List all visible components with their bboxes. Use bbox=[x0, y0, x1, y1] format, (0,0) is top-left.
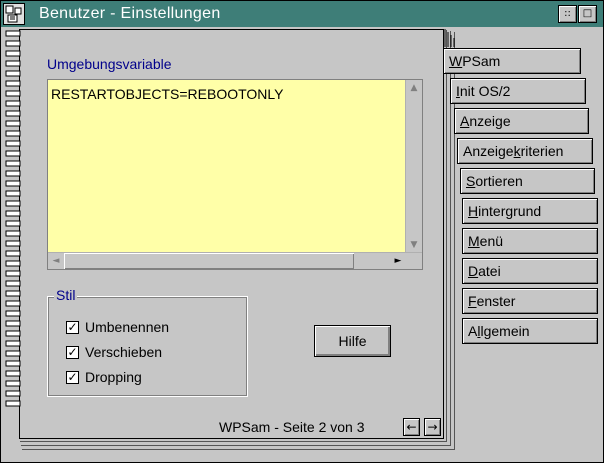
scroll-left-icon[interactable]: ◄ bbox=[48, 253, 64, 269]
scroll-right-icon[interactable]: ► bbox=[390, 253, 406, 269]
tab-anzeigekriterien[interactable]: Anzeigekriterien bbox=[457, 138, 593, 164]
tab-stack-edges bbox=[444, 29, 455, 47]
scroll-up-icon[interactable]: ▲ bbox=[406, 80, 422, 96]
tab-allgemein[interactable]: Allgemein bbox=[462, 318, 598, 344]
check-icon[interactable]: ✓ bbox=[66, 320, 79, 334]
check-icon[interactable]: ✓ bbox=[66, 345, 79, 359]
horizontal-scroll-thumb[interactable] bbox=[64, 253, 354, 269]
stil-groupbox: Stil ✓ Umbenennen ✓ Verschieben ✓ Droppi… bbox=[47, 287, 248, 397]
tab-menu[interactable]: Menü bbox=[462, 228, 598, 254]
tab-wpsam[interactable]: WPSam bbox=[444, 48, 581, 74]
check-icon[interactable]: ✓ bbox=[66, 370, 79, 384]
tab-datei[interactable]: Datei bbox=[462, 258, 598, 284]
tab-hintergrund[interactable]: Hintergrund bbox=[462, 198, 598, 224]
horizontal-scrollbar[interactable]: ◄ ► bbox=[48, 252, 422, 269]
checkbox-verschieben[interactable]: ✓ Verschieben bbox=[66, 344, 162, 360]
tab-fenster[interactable]: Fenster bbox=[462, 288, 598, 314]
arrow-left-icon[interactable]: ← bbox=[403, 418, 420, 436]
checkbox-label: Umbenennen bbox=[85, 319, 170, 335]
stil-label: Stil bbox=[54, 287, 78, 303]
tab-sortieren[interactable]: Sortieren bbox=[460, 168, 595, 194]
settings-window: Benutzer - Einstellungen :: □ Umgebungsv… bbox=[0, 0, 604, 463]
vertical-scrollbar[interactable]: ▲ ▼ bbox=[405, 80, 422, 253]
env-variable-label: Umgebungsvariable bbox=[47, 56, 172, 72]
checkbox-dropping[interactable]: ✓ Dropping bbox=[66, 369, 142, 385]
title-bar[interactable]: Benutzer - Einstellungen :: □ bbox=[1, 1, 603, 27]
scroll-down-icon[interactable]: ▼ bbox=[406, 237, 422, 253]
checkbox-label: Verschieben bbox=[85, 344, 163, 360]
tab-anzeige[interactable]: Anzeige bbox=[454, 108, 589, 134]
restore-icon[interactable]: :: bbox=[558, 5, 577, 23]
env-variable-textarea[interactable]: RESTARTOBJECTS=REBOOTONLY ▲ ▼ ◄ ► bbox=[47, 79, 423, 270]
close-icon[interactable]: □ bbox=[578, 5, 597, 23]
spiral-binding-icon bbox=[5, 30, 21, 407]
tab-init-os2[interactable]: Init OS/2 bbox=[450, 78, 586, 104]
checkbox-label: Dropping bbox=[85, 369, 142, 385]
checkbox-umbenennen[interactable]: ✓ Umbenennen bbox=[66, 319, 169, 335]
page-status: WPSam - Seite 2 von 3 bbox=[219, 419, 365, 435]
help-button[interactable]: Hilfe bbox=[314, 325, 391, 357]
env-variable-value[interactable]: RESTARTOBJECTS=REBOOTONLY bbox=[51, 86, 283, 102]
arrow-right-icon[interactable]: → bbox=[424, 418, 441, 436]
window-title: Benutzer - Einstellungen bbox=[39, 5, 221, 22]
system-menu-icon[interactable] bbox=[3, 3, 25, 25]
